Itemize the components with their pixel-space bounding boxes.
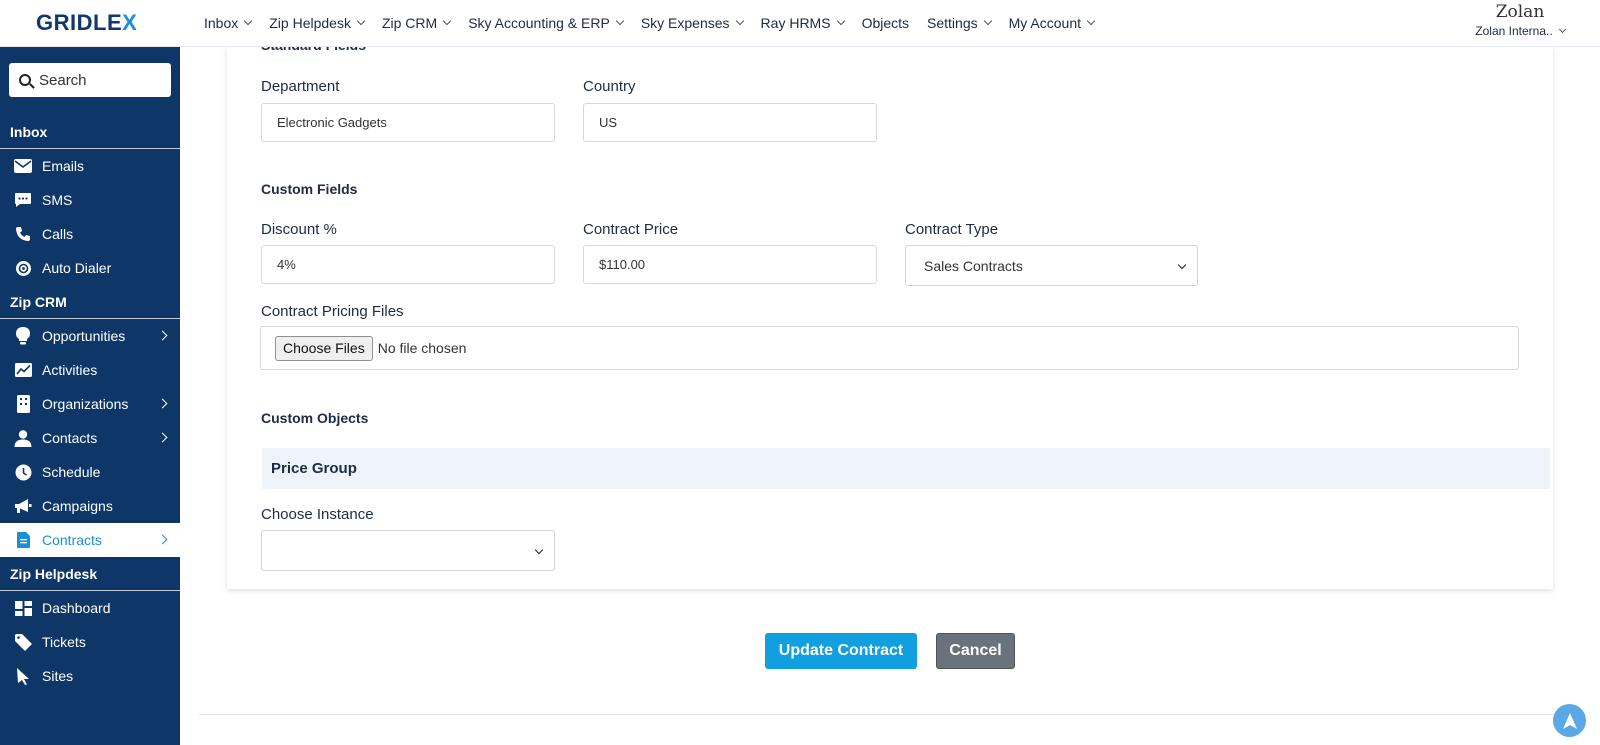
sidebar-item-activities[interactable]: Activities (0, 353, 180, 387)
lightbulb-icon (14, 327, 32, 345)
nav-ray-hrms[interactable]: Ray HRMS (761, 15, 845, 31)
sidebar-item-contacts[interactable]: Contacts (0, 421, 180, 455)
chevron-right-icon (157, 398, 168, 409)
nav-objects[interactable]: Objects (862, 15, 909, 31)
chevron-down-icon (534, 545, 544, 555)
search-icon (19, 74, 31, 86)
nav-zip-helpdesk[interactable]: Zip Helpdesk (269, 15, 366, 31)
contract-type-value: Sales Contracts (924, 257, 1023, 274)
gridlex-logo[interactable]: GRIDLE X (0, 0, 180, 47)
sidebar-item-sms[interactable]: SMS (0, 183, 180, 217)
nav-sky-accounting[interactable]: Sky Accounting & ERP (468, 15, 625, 31)
cursor-icon (14, 667, 32, 685)
chevron-right-icon (157, 432, 168, 443)
section-inbox: Inbox (0, 115, 180, 149)
nav-sky-expenses[interactable]: Sky Expenses (641, 15, 744, 31)
country-field[interactable]: US (583, 103, 877, 142)
org-name: Zolan Interna.. (1460, 24, 1580, 38)
custom-fields-heading: Custom Fields (261, 181, 358, 197)
org-switcher[interactable]: Zolan Zolan Interna.. (1460, 2, 1580, 38)
sidebar-item-schedule[interactable]: Schedule (0, 455, 180, 489)
cancel-button[interactable]: Cancel (936, 633, 1015, 669)
contract-type-select[interactable]: Sales Contracts (905, 245, 1198, 286)
chevron-down-icon (1558, 25, 1566, 34)
contract-price-field[interactable]: $110.00 (583, 245, 877, 284)
sidebar-search[interactable]: Search (9, 63, 171, 97)
section-zip-crm: Zip CRM (0, 285, 180, 319)
contract-pricing-files-label: Contract Pricing Files (261, 303, 404, 320)
nav-zip-crm[interactable]: Zip CRM (382, 15, 452, 31)
sidebar-item-contracts[interactable]: Contracts (0, 523, 180, 557)
department-label: Department (261, 78, 340, 95)
footer-divider (199, 714, 1579, 715)
chevron-down-icon (1177, 260, 1187, 270)
user-icon (14, 429, 32, 447)
logo-x: X (122, 10, 138, 35)
discount-field[interactable]: 4% (261, 245, 555, 284)
choose-files-button[interactable]: Choose Files (275, 335, 373, 361)
nav-settings[interactable]: Settings (927, 15, 992, 31)
contract-pricing-files-input: Choose Files No file chosen (260, 326, 1519, 370)
chevron-down-icon (244, 16, 253, 26)
chevron-down-icon (356, 16, 366, 26)
dialer-icon (14, 259, 32, 277)
activity-chart-icon (14, 361, 32, 379)
nav-my-account[interactable]: My Account (1009, 15, 1096, 31)
phone-icon (14, 225, 32, 243)
arrow-up-icon (1562, 712, 1577, 729)
search-placeholder: Search (39, 71, 87, 89)
nav-inbox[interactable]: Inbox (204, 15, 253, 31)
sidebar-item-sites[interactable]: Sites (0, 659, 180, 693)
scroll-to-top-button[interactable] (1553, 704, 1586, 737)
sidebar-item-emails[interactable]: Emails (0, 149, 180, 183)
section-zip-helpdesk: Zip Helpdesk (0, 557, 180, 591)
discount-label: Discount % (261, 221, 337, 238)
chevron-down-icon (1086, 16, 1096, 26)
sidebar: Search Inbox Emails SMS Calls Auto Diale… (0, 47, 180, 745)
chevron-down-icon (735, 16, 744, 26)
price-group-header: Price Group (262, 448, 1550, 489)
org-logo: Zolan (1495, 2, 1545, 22)
sidebar-item-opportunities[interactable]: Opportunities (0, 319, 180, 353)
choose-instance-label: Choose Instance (261, 506, 374, 523)
sidebar-item-auto-dialer[interactable]: Auto Dialer (0, 251, 180, 285)
dashboard-icon (14, 599, 32, 617)
chat-bubble-icon (14, 191, 32, 209)
contract-type-label: Contract Type (905, 221, 999, 238)
update-contract-button[interactable]: Update Contract (765, 633, 917, 669)
chevron-right-icon (157, 534, 168, 545)
tag-icon (14, 633, 32, 651)
chevron-down-icon (983, 16, 992, 26)
chevron-right-icon (157, 330, 168, 341)
megaphone-icon (14, 497, 32, 515)
country-label: Country (583, 78, 636, 95)
chevron-down-icon (442, 16, 452, 26)
sidebar-item-calls[interactable]: Calls (0, 217, 180, 251)
top-nav: Inbox Zip Helpdesk Zip CRM Sky Accountin… (204, 15, 1112, 31)
logo-text: GRIDLE (36, 10, 123, 35)
top-navbar: GRIDLE X Inbox Zip Helpdesk Zip CRM Sky A… (0, 0, 1600, 47)
chevron-down-icon (836, 16, 845, 26)
sidebar-item-dashboard[interactable]: Dashboard (0, 591, 180, 625)
sidebar-item-organizations[interactable]: Organizations (0, 387, 180, 421)
envelope-icon (14, 157, 32, 175)
sidebar-item-campaigns[interactable]: Campaigns (0, 489, 180, 523)
building-icon (14, 395, 32, 413)
choose-instance-select[interactable] (261, 530, 555, 571)
clock-icon (14, 463, 32, 481)
chevron-down-icon (615, 16, 625, 26)
sidebar-item-tickets[interactable]: Tickets (0, 625, 180, 659)
document-icon (14, 531, 32, 549)
file-status-text: No file chosen (377, 340, 467, 356)
contract-price-label: Contract Price (583, 221, 679, 238)
department-field[interactable]: Electronic Gadgets (261, 103, 555, 142)
custom-objects-heading: Custom Objects (261, 410, 369, 426)
